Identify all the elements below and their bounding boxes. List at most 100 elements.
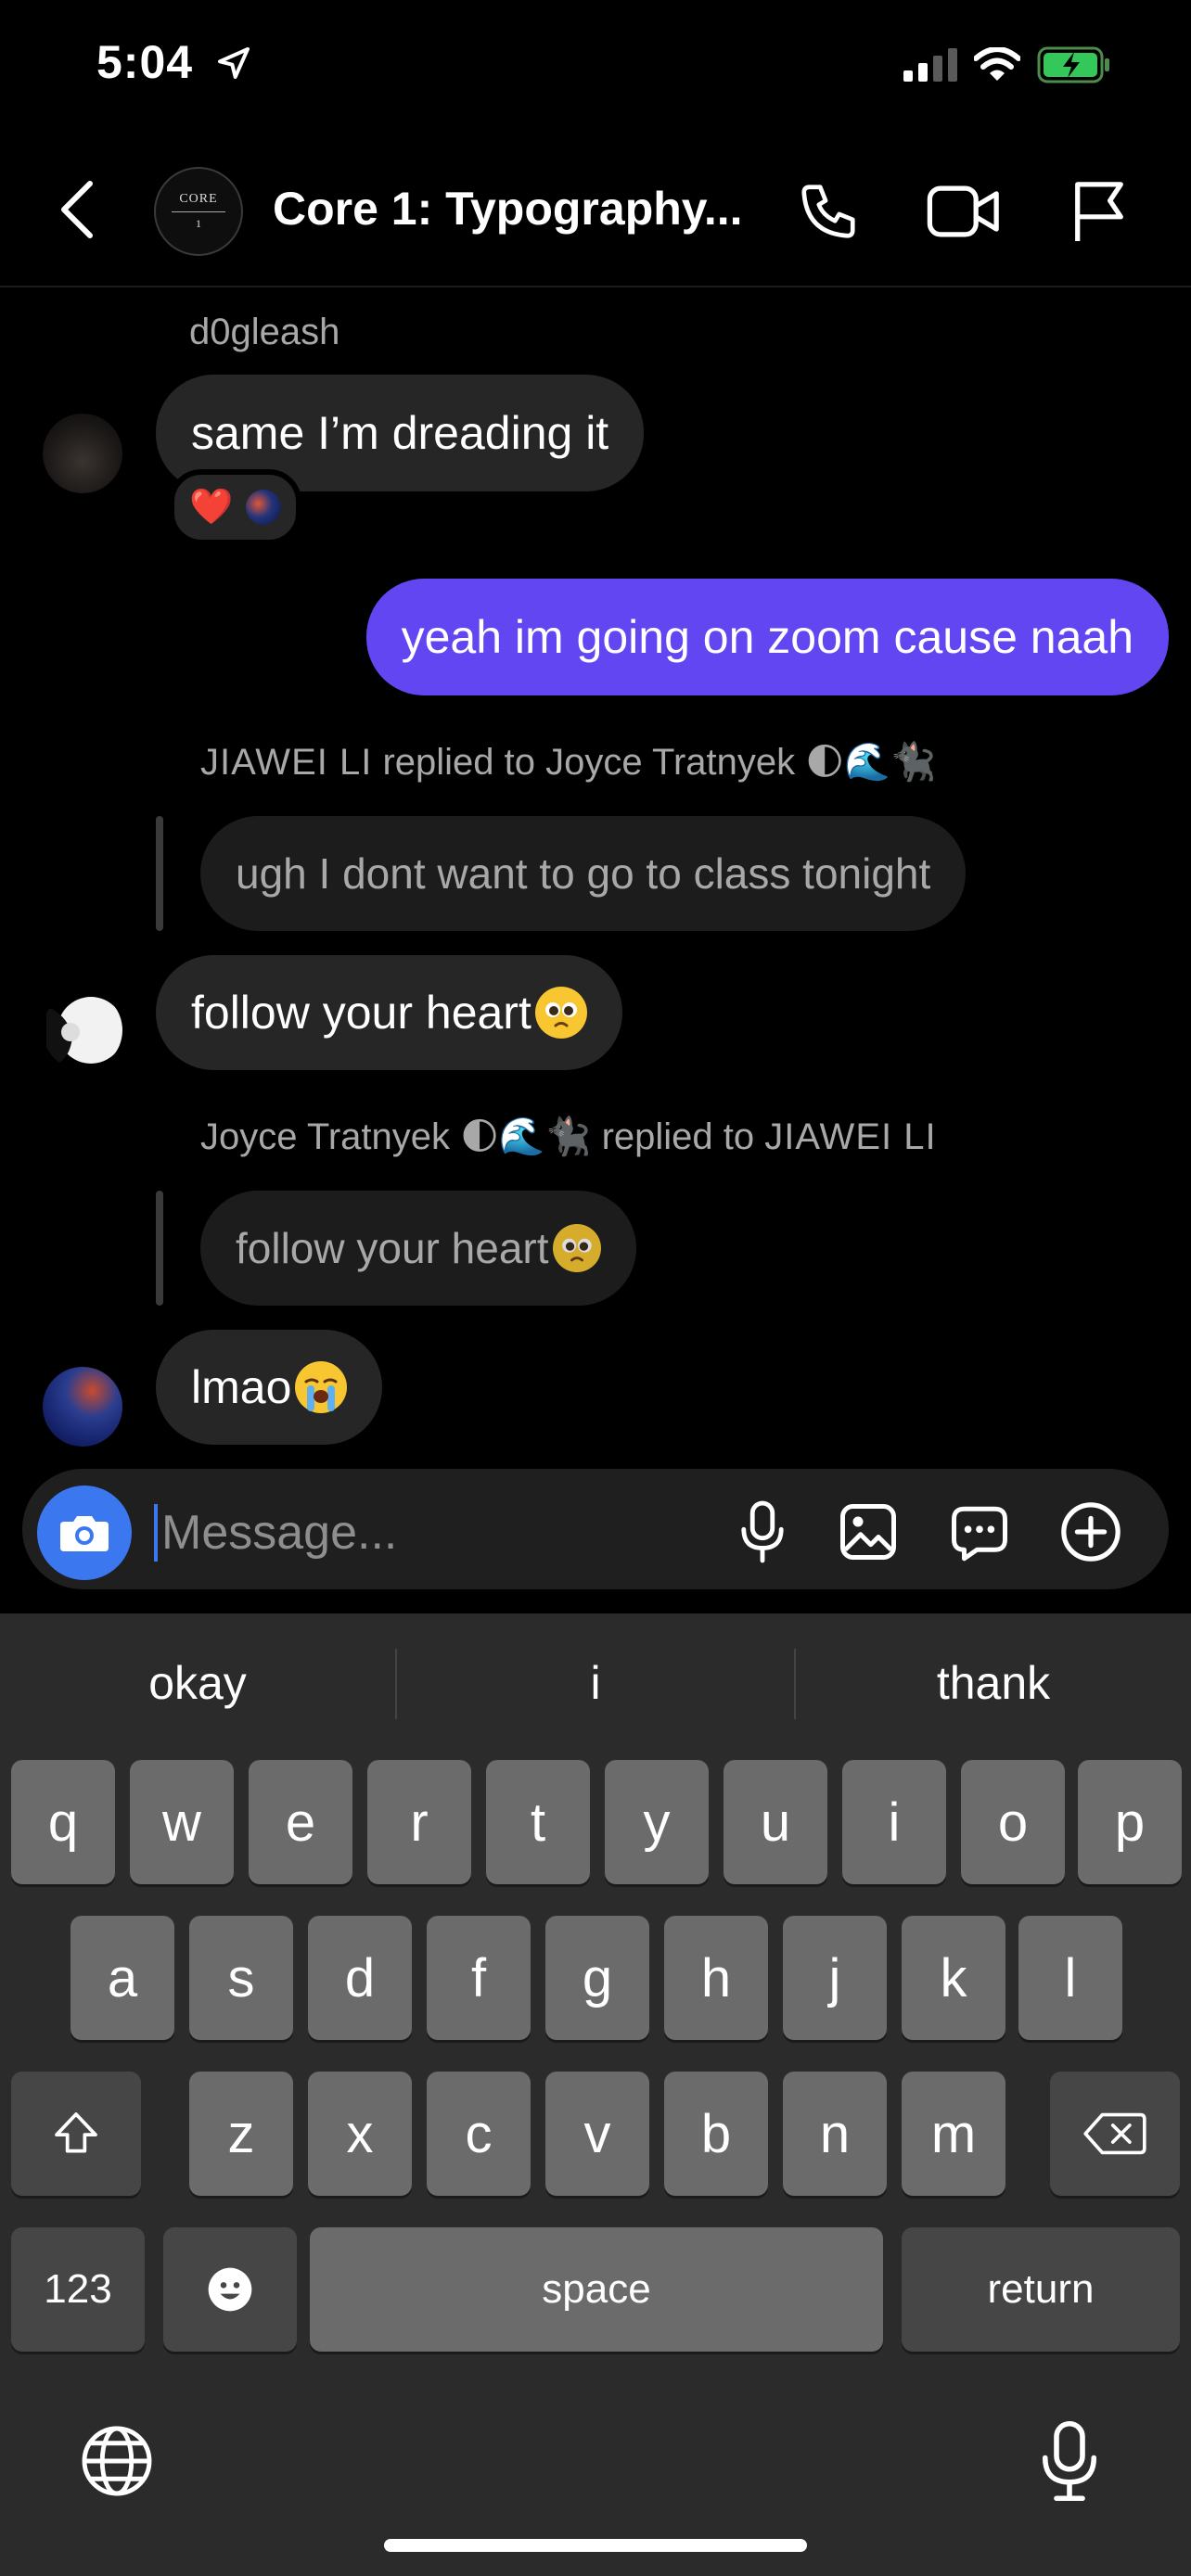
video-icon	[927, 185, 999, 237]
quoted-message[interactable]: follow your heart	[200, 1191, 636, 1306]
key-u[interactable]: u	[724, 1760, 827, 1884]
key-j[interactable]: j	[783, 1916, 887, 2040]
sticker-icon	[952, 1506, 1007, 1562]
back-chevron-icon	[61, 181, 93, 238]
location-arrow-icon	[215, 45, 252, 86]
pleading-face-icon	[552, 1224, 601, 1272]
plus-icon	[1061, 1502, 1121, 1562]
outgoing-message-bubble[interactable]: yeah im going on zoom cause naah	[365, 579, 1169, 695]
key-d[interactable]: d	[308, 1916, 412, 2040]
camera-icon	[60, 1516, 109, 1551]
key-m[interactable]: m	[902, 2072, 1005, 2196]
key-p[interactable]: p	[1078, 1760, 1182, 1884]
avatar[interactable]	[43, 1367, 122, 1447]
status-indicators	[903, 46, 1111, 88]
key-s[interactable]: s	[189, 1916, 293, 2040]
globe-button[interactable]	[78, 2422, 156, 2505]
reply-bar	[156, 1191, 163, 1306]
reply-from: JIAWEI LI	[200, 742, 373, 783]
avatar[interactable]	[43, 414, 122, 493]
gallery-button[interactable]	[829, 1493, 907, 1571]
reply-mid: replied to	[601, 1116, 755, 1157]
message-bubble[interactable]: follow your heart	[156, 955, 622, 1070]
message-text: lmao	[191, 1361, 292, 1413]
chat-title[interactable]: Core 1: Typography...	[273, 182, 743, 236]
sender-name: d0gleash	[189, 312, 340, 352]
phone-icon	[801, 185, 855, 238]
reactions-pill[interactable]: ❤️	[169, 469, 302, 545]
dictation-button[interactable]	[1037, 2418, 1102, 2508]
camera-button[interactable]	[37, 1486, 132, 1580]
quoted-text: follow your heart	[236, 1224, 549, 1272]
return-key[interactable]: return	[902, 2227, 1180, 2352]
avatar[interactable]	[43, 990, 122, 1070]
sticker-button[interactable]	[941, 1493, 1018, 1571]
key-b[interactable]: b	[664, 2072, 768, 2196]
reply-to: JIAWEI LI	[764, 1116, 937, 1157]
dictation-icon	[1042, 2420, 1097, 2502]
report-button[interactable]	[1057, 172, 1141, 250]
gallery-icon	[840, 1504, 896, 1560]
reaction-emoji: ❤️	[189, 488, 234, 527]
shift-key[interactable]	[11, 2072, 141, 2196]
key-n[interactable]: n	[783, 2072, 887, 2196]
crying-face-icon	[295, 1361, 348, 1413]
header-divider	[0, 286, 1191, 287]
status-time: 5:04	[96, 36, 194, 88]
reply-context: Joyce Tratnyek 🌓🌊🐈‍⬛ replied to JIAWEI L…	[200, 1115, 937, 1158]
voice-message-button[interactable]	[724, 1493, 801, 1571]
message-text: follow your heart	[191, 987, 531, 1039]
suggestion-3[interactable]: thank	[796, 1632, 1191, 1734]
key-l[interactable]: l	[1018, 1916, 1122, 2040]
shift-icon	[55, 2112, 97, 2153]
reply-bar	[156, 816, 163, 931]
delete-key[interactable]	[1050, 2072, 1180, 2196]
audio-call-button[interactable]	[787, 172, 870, 250]
key-o[interactable]: o	[961, 1760, 1065, 1884]
key-q[interactable]: q	[11, 1760, 115, 1884]
key-e[interactable]: e	[249, 1760, 352, 1884]
video-call-button[interactable]	[922, 172, 1005, 250]
wifi-icon	[973, 46, 1021, 87]
group-avatar[interactable]: CORE 1	[154, 167, 243, 256]
mic-icon	[741, 1500, 784, 1563]
flag-icon	[1075, 182, 1123, 241]
quoted-message[interactable]: ugh I dont want to go to class tonight	[200, 816, 967, 931]
key-z[interactable]: z	[189, 2072, 293, 2196]
key-h[interactable]: h	[664, 1916, 768, 2040]
key-t[interactable]: t	[486, 1760, 590, 1884]
key-x[interactable]: x	[308, 2072, 412, 2196]
suggestion-2[interactable]: i	[397, 1632, 794, 1734]
reply-from: Joyce Tratnyek 🌓🌊🐈‍⬛	[200, 1116, 592, 1157]
globe-icon	[82, 2426, 152, 2496]
home-indicator[interactable]	[384, 2539, 807, 2552]
key-y[interactable]: y	[605, 1760, 709, 1884]
numbers-key[interactable]: 123	[11, 2227, 145, 2352]
key-c[interactable]: c	[427, 2072, 531, 2196]
emoji-icon	[208, 2267, 252, 2312]
suggestion-1[interactable]: okay	[0, 1632, 395, 1734]
group-avatar-line2: 1	[196, 217, 201, 230]
emoji-key[interactable]	[163, 2227, 297, 2352]
reply-to: Joyce Tratnyek 🌓🌊🐈‍⬛	[545, 742, 937, 783]
delete-icon	[1083, 2112, 1146, 2155]
back-button[interactable]	[54, 172, 100, 247]
key-a[interactable]: a	[70, 1916, 174, 2040]
key-v[interactable]: v	[545, 2072, 649, 2196]
signal-icon	[903, 48, 957, 86]
battery-charging-icon	[1037, 46, 1111, 88]
group-avatar-rule	[172, 211, 225, 212]
reaction-avatar	[246, 490, 282, 525]
key-f[interactable]: f	[427, 1916, 531, 2040]
key-r[interactable]: r	[367, 1760, 471, 1884]
key-i[interactable]: i	[842, 1760, 946, 1884]
more-button[interactable]	[1052, 1493, 1130, 1571]
pleading-face-icon	[534, 987, 587, 1039]
message-input[interactable]	[160, 1495, 701, 1571]
space-key[interactable]: space	[310, 2227, 883, 2352]
key-k[interactable]: k	[902, 1916, 1005, 2040]
message-bubble[interactable]: lmao	[156, 1330, 383, 1445]
reply-mid: replied to	[382, 742, 536, 783]
key-w[interactable]: w	[130, 1760, 234, 1884]
key-g[interactable]: g	[545, 1916, 649, 2040]
